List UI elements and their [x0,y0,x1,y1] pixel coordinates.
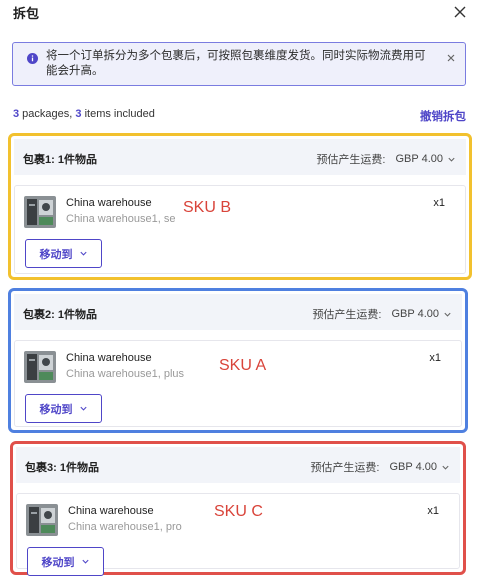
chevron-down-icon [444,312,451,317]
sku-annotation: SKU A [219,357,267,374]
items-text: items included [81,108,155,120]
package-header: 包裹3: 1件物品 预估产生运费: GBP 4.00 [16,447,460,483]
move-to-label: 移动到 [41,556,75,569]
package-item: China warehouse China warehouse1, plus x… [14,340,462,427]
shipping-label: 预估产生运费: [310,462,380,474]
chevron-down-icon [448,157,455,162]
banner-text: 将一个订单拆分为多个包裹后，可按照包裹维度发货。同时实际物流费用可能会升高。 [46,50,426,77]
move-to-label: 移动到 [39,248,73,261]
move-to-button[interactable]: 移动到 [25,394,102,423]
sku-annotation: SKU B [183,199,232,216]
package-card: 包裹1: 1件物品 预估产生运费: GBP 4.00 China warehou… [8,133,472,280]
package-title: 包裹3: 1件物品 [25,462,99,474]
package-header: 包裹2: 1件物品 预估产生运费: GBP 4.00 [14,294,462,330]
product-thumbnail [24,351,56,383]
chevron-down-icon [81,559,89,564]
shipping-amount: GBP 4.00 [389,461,438,473]
shipping-estimate[interactable]: 预估产生运费: GBP 4.00 [312,306,452,322]
close-icon[interactable] [450,2,470,22]
sku-annotation: SKU C [214,503,263,520]
item-detail: China warehouse1, pro [68,521,182,533]
dialog-title: 拆包 [13,6,40,21]
shipping-amount: GBP 4.00 [391,308,440,320]
shipping-label: 预估产生运费: [316,154,386,166]
shipping-estimate[interactable]: 预估产生运费: GBP 4.00 [316,151,456,167]
package-summary: 3 packages, 3 items included [13,108,155,120]
product-thumbnail [26,504,58,536]
info-icon [27,53,38,64]
package-item: China warehouse China warehouse1, se x1 … [14,185,466,274]
shipping-amount: GBP 4.00 [395,153,444,165]
product-thumbnail [24,196,56,228]
shipping-estimate[interactable]: 预估产生运费: GBP 4.00 [310,459,450,475]
close-icon[interactable] [445,52,457,64]
undo-split-link[interactable]: 撤销拆包 [420,108,466,124]
move-to-label: 移动到 [39,403,73,416]
package-title: 包裹1: 1件物品 [23,154,97,166]
chevron-down-icon [442,465,449,470]
item-warehouse: China warehouse [66,197,152,209]
package-title: 包裹2: 1件物品 [23,309,97,321]
item-quantity: x1 [433,197,445,209]
item-detail: China warehouse1, plus [66,368,185,380]
item-warehouse: China warehouse [68,505,154,517]
chevron-down-icon [79,251,87,256]
shipping-label: 预估产生运费: [312,309,382,321]
item-detail: China warehouse1, se [66,213,176,225]
item-quantity: x1 [427,505,439,517]
info-banner: 将一个订单拆分为多个包裹后，可按照包裹维度发货。同时实际物流费用可能会升高。 [12,42,466,86]
package-header: 包裹1: 1件物品 预估产生运费: GBP 4.00 [14,139,466,175]
item-warehouse: China warehouse [66,352,152,364]
packages-text: packages, [19,108,76,120]
move-to-button[interactable]: 移动到 [27,547,104,576]
move-to-button[interactable]: 移动到 [25,239,102,268]
item-quantity: x1 [429,352,441,364]
chevron-down-icon [79,406,87,411]
